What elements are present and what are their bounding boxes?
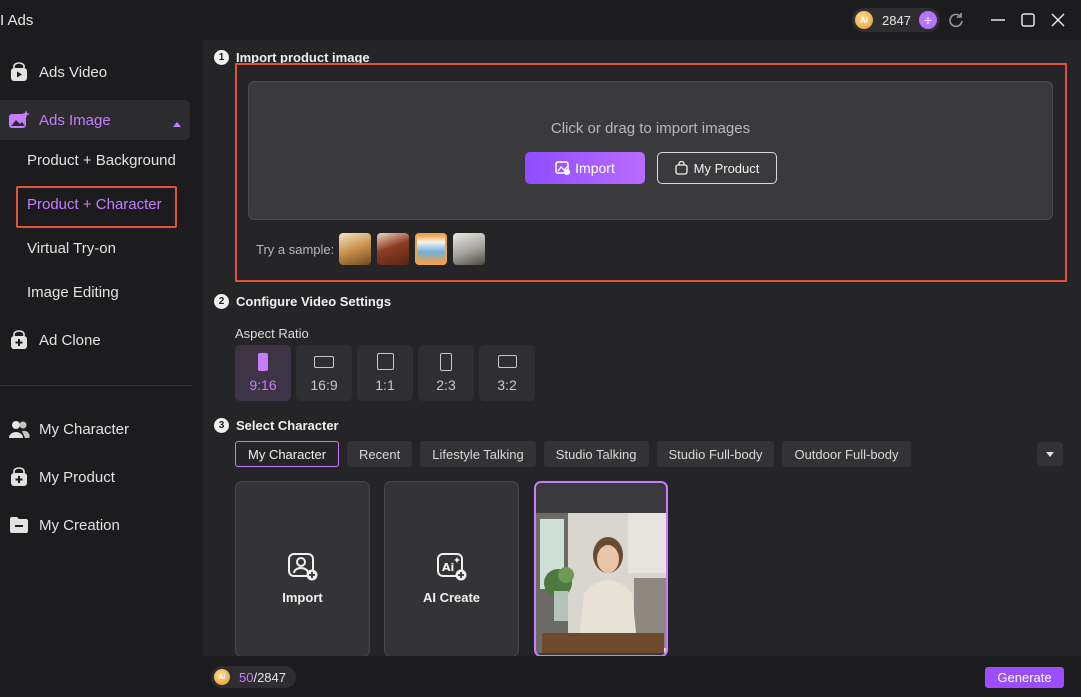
coin-icon: AI (855, 11, 873, 29)
step-number: 3 (214, 418, 229, 433)
sidebar-item-ads-image[interactable]: Ads Image (0, 100, 190, 140)
portrait-ratio-icon (440, 353, 452, 371)
sidebar-subitem-image-editing[interactable]: Image Editing (27, 284, 119, 301)
tab-studio-talking[interactable]: Studio Talking (543, 441, 649, 467)
dropzone-hint: Click or drag to import images (550, 120, 751, 137)
portrait-ratio-icon (258, 353, 268, 371)
main-panel: 1 Import product image Click or drag to … (203, 40, 1081, 657)
plus-bag-icon (8, 329, 30, 351)
sidebar-divider (0, 385, 192, 386)
sidebar-item-label: My Character (39, 420, 130, 438)
aspect-ratio-label: Aspect Ratio (235, 326, 309, 341)
video-bag-icon (8, 61, 30, 83)
maximize-icon[interactable] (1018, 10, 1038, 30)
chevron-down-icon (1045, 451, 1055, 458)
image-dropzone[interactable]: Click or drag to import images Import My… (248, 81, 1053, 220)
credit-cost-pill: AI 50/2847 (211, 666, 296, 688)
sidebar-subitem-virtual-try-on[interactable]: Virtual Try-on (27, 240, 116, 257)
character-photo (536, 483, 666, 653)
aspect-ratio-text: 3:2 (497, 377, 517, 393)
selection-highlight (16, 186, 177, 228)
tab-my-character[interactable]: My Character (235, 441, 340, 467)
product-bag-icon (8, 466, 30, 488)
sample-thumbnail-perfume[interactable] (339, 233, 372, 265)
close-icon[interactable] (1048, 10, 1068, 30)
svg-text:Ai: Ai (442, 561, 454, 574)
refresh-icon[interactable] (946, 10, 966, 30)
sample-thumbnail-phone[interactable] (415, 233, 448, 265)
sidebar-item-label: Ads Video (39, 63, 108, 81)
sidebar-item-label: My Creation (39, 516, 120, 534)
credit-cost-used: 50 (239, 669, 254, 685)
title-bar: I Ads AI 2847 + (0, 0, 1081, 40)
users-icon (8, 418, 30, 440)
tab-studio-full-body[interactable]: Studio Full-body (656, 441, 775, 467)
import-button-label: Import (575, 160, 615, 176)
import-button[interactable]: Import (525, 152, 645, 184)
step-settings-heading: 2 Configure Video Settings (214, 294, 391, 309)
sidebar-item-ad-clone[interactable]: Ad Clone (0, 320, 190, 360)
image-add-icon (555, 161, 571, 175)
credits-balance: 2847 (882, 12, 911, 28)
landscape-ratio-icon (314, 356, 334, 368)
aspect-ratio-text: 1:1 (375, 377, 395, 393)
step-number: 1 (214, 50, 229, 65)
sidebar: Ads Video Ads Image Product + Background… (0, 40, 203, 697)
add-credits-button[interactable]: + (919, 11, 937, 29)
sample-label: Try a sample: (256, 241, 335, 257)
folder-icon (8, 514, 30, 536)
aspect-ratio-text: 2:3 (436, 377, 456, 393)
sidebar-item-my-creation[interactable]: My Creation (0, 505, 190, 545)
aspect-ratio-text: 9:16 (249, 377, 277, 393)
bottom-bar: AI 50/2847 Generate (203, 656, 1081, 697)
tabs-dropdown-button[interactable] (1037, 442, 1063, 466)
square-ratio-icon (376, 353, 394, 370)
card-label: AI Create (422, 590, 481, 605)
chevron-up-icon (172, 115, 182, 132)
character-card-selected[interactable] (534, 481, 668, 657)
tab-lifestyle-talking[interactable]: Lifestyle Talking (420, 441, 536, 467)
tab-recent[interactable]: Recent (347, 441, 413, 467)
import-character-card[interactable]: Import (235, 481, 370, 657)
ai-create-character-card[interactable]: Ai AI Create (384, 481, 519, 657)
app-title: I Ads (0, 12, 34, 29)
sidebar-item-my-product[interactable]: My Product (0, 457, 190, 497)
sidebar-item-label: Ads Image (39, 111, 111, 129)
image-sparkle-icon (8, 109, 30, 131)
sidebar-item-label: Ad Clone (39, 331, 101, 349)
character-tabs: My Character Recent Lifestyle Talking St… (235, 441, 919, 467)
aspect-ratio-9-16[interactable]: 9:16 (235, 345, 291, 401)
step-number: 2 (214, 294, 229, 309)
minimize-icon[interactable] (988, 10, 1008, 30)
generate-button[interactable]: Generate (985, 667, 1064, 688)
sample-row: Try a sample: (256, 233, 491, 265)
step-character-heading: 3 Select Character (214, 418, 339, 433)
card-label: Import (282, 590, 323, 605)
sample-thumbnail-bag[interactable] (377, 233, 410, 265)
my-product-button[interactable]: My Product (657, 152, 777, 184)
sidebar-item-my-character[interactable]: My Character (0, 409, 190, 449)
credit-cost: 50/2847 (239, 670, 286, 685)
step-title: Configure Video Settings (236, 294, 392, 309)
tab-outdoor-full-body[interactable]: Outdoor Full-body (782, 441, 911, 467)
landscape-ratio-icon (497, 355, 517, 368)
sidebar-item-ads-video[interactable]: Ads Video (0, 52, 190, 92)
sidebar-item-label: My Product (39, 468, 115, 486)
aspect-ratio-3-2[interactable]: 3:2 (479, 345, 535, 401)
aspect-ratio-16-9[interactable]: 16:9 (296, 345, 352, 401)
shopping-bag-icon (674, 161, 688, 175)
aspect-ratio-1-1[interactable]: 1:1 (357, 345, 413, 401)
aspect-ratio-2-3[interactable]: 2:3 (418, 345, 474, 401)
step-title: Select Character (236, 418, 339, 433)
coin-icon: AI (214, 669, 230, 685)
credits-pill[interactable]: AI 2847 + (852, 8, 940, 32)
credit-cost-total: /2847 (253, 669, 287, 685)
aspect-ratio-text: 16:9 (310, 377, 338, 393)
user-add-icon (287, 552, 319, 582)
aspect-ratio-options: 9:16 16:9 1:1 2:3 3:2 (235, 345, 540, 401)
sample-thumbnail-coffee-machine[interactable] (453, 233, 486, 265)
ai-sparkle-icon: Ai (436, 552, 468, 582)
sidebar-subitem-product-background[interactable]: Product + Background (27, 152, 176, 169)
my-product-button-label: My Product (693, 160, 760, 176)
